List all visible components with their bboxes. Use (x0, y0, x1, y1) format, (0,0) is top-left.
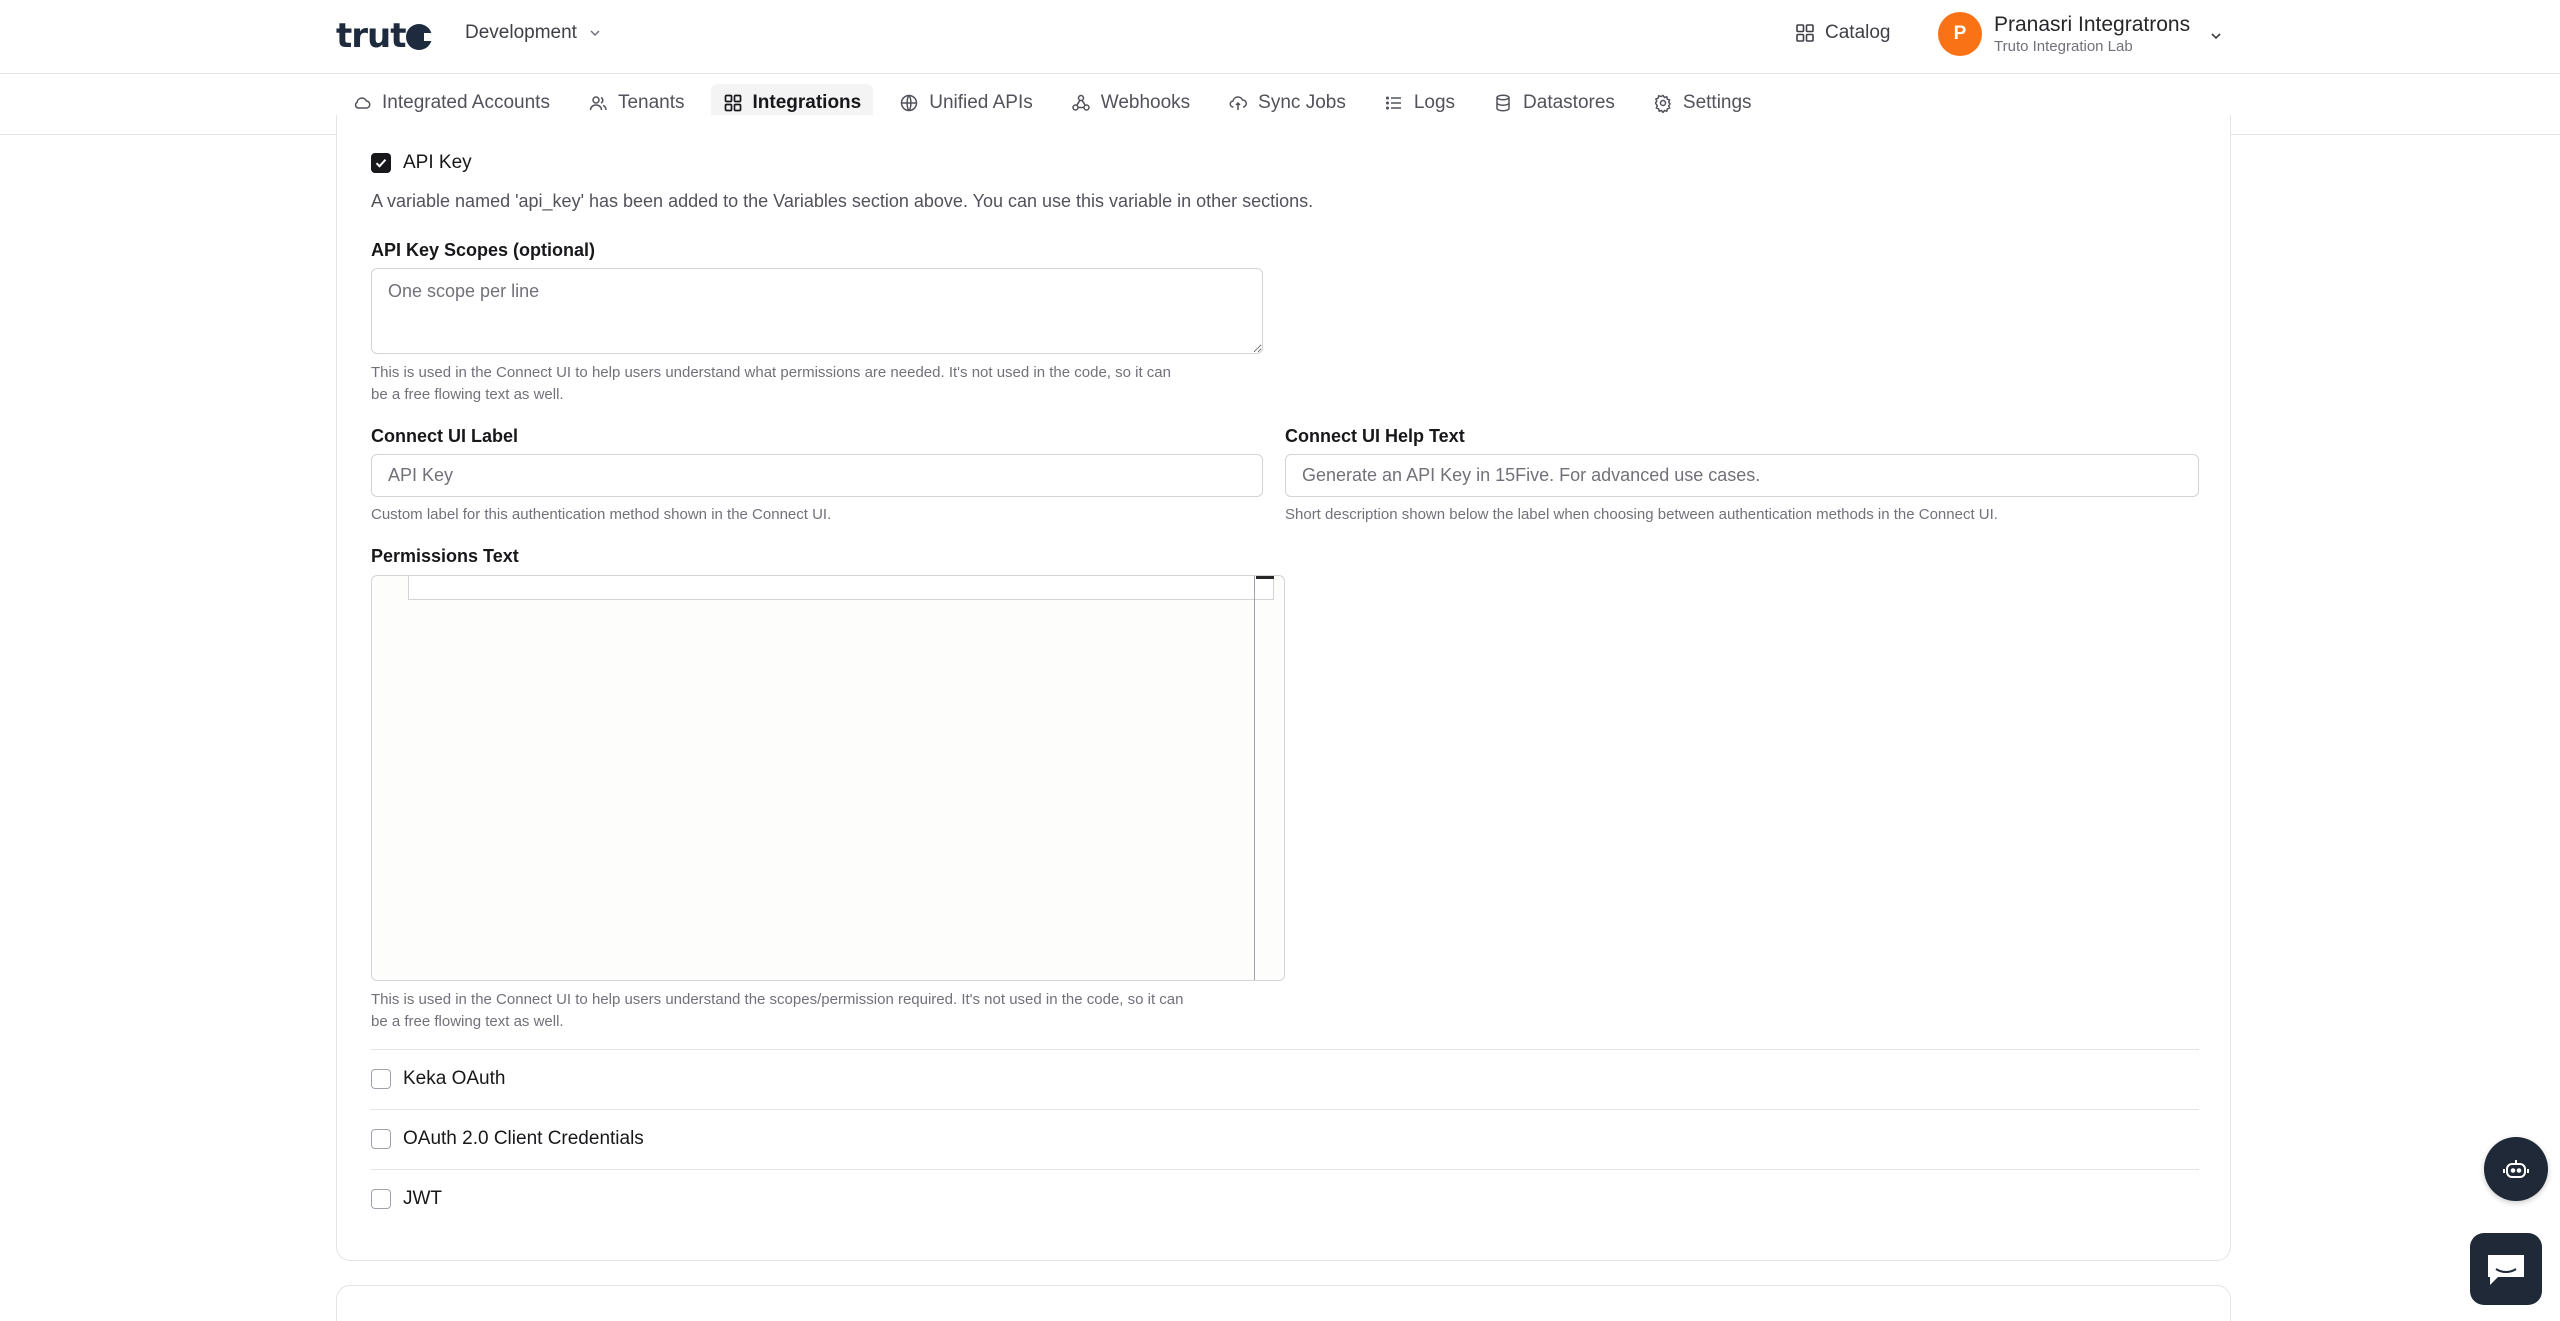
scopes-hint-line1: This is used in the Connect UI to help u… (371, 364, 1171, 381)
avatar: P (1938, 12, 1982, 56)
api-key-label[interactable]: API Key (403, 152, 472, 174)
database-icon (1496, 94, 1510, 112)
logo-text: trut (336, 16, 406, 56)
next-section-card (336, 1285, 2231, 1321)
jwt-checkbox[interactable] (371, 1189, 391, 1209)
list-icon (1385, 96, 1401, 110)
top-header: trut Development Catalog P Pranasri Inte… (0, 0, 2560, 74)
nav-label: Integrated Accounts (382, 92, 550, 113)
nav-label: Settings (1682, 92, 1752, 113)
chat-support-button[interactable] (2470, 1233, 2542, 1305)
user-name: Pranasri Integratrons (1994, 13, 2191, 36)
oauth2-client-credentials-checkbox[interactable] (371, 1129, 391, 1149)
connect-ui-label-hint: Custom label for this authentication met… (371, 506, 832, 523)
chevron-down-icon (2211, 33, 2221, 40)
users-icon (589, 96, 607, 111)
permissions-label: Permissions Text (371, 546, 519, 566)
keka-oauth-label[interactable]: Keka OAuth (403, 1068, 505, 1090)
permissions-editor[interactable] (371, 575, 1285, 981)
gear-icon (1654, 94, 1671, 113)
divider (371, 1109, 2199, 1110)
editor-toolbar (408, 576, 1274, 600)
connect-ui-help-label: Connect UI Help Text (1285, 426, 1465, 446)
nav-label: Integrations (752, 92, 862, 113)
user-org: Truto Integration Lab (1994, 38, 2133, 55)
chevron-down-icon (590, 30, 600, 37)
nav-label: Sync Jobs (1258, 92, 1346, 113)
auth-methods-card: API Key A variable named 'api_key' has b… (336, 115, 2231, 1261)
nav-label: Tenants (617, 92, 685, 113)
webhook-icon (1071, 94, 1090, 111)
catalog-label: Catalog (1825, 22, 1891, 43)
environment-selector[interactable]: Development (465, 22, 603, 44)
permissions-hint-line1: This is used in the Connect UI to help u… (371, 991, 1184, 1008)
truto-logo[interactable]: trut (336, 16, 439, 56)
ai-assistant-button[interactable] (2484, 1137, 2548, 1201)
environment-label: Development (465, 22, 577, 43)
divider (371, 1049, 2199, 1050)
scopes-label: API Key Scopes (optional) (371, 240, 596, 260)
chat-bubble-icon (2488, 1255, 2524, 1285)
permissions-hint-line2: be a free flowing text as well. (371, 1013, 564, 1030)
editor-scroll-thumb[interactable] (1256, 576, 1274, 579)
api-key-checkbox[interactable] (371, 153, 391, 173)
catalog-button[interactable]: Catalog (1795, 22, 1891, 44)
grid-icon (724, 94, 741, 112)
user-menu[interactable]: P Pranasri Integratrons Truto Integratio… (1938, 12, 2224, 56)
connect-ui-help-input[interactable] (1285, 454, 2199, 497)
oauth2-client-credentials-label[interactable]: OAuth 2.0 Client Credentials (403, 1128, 644, 1150)
nav-label: Unified APIs (929, 92, 1033, 113)
divider (371, 1169, 2199, 1170)
editor-scrollbar[interactable] (1254, 576, 1255, 980)
check-icon (375, 159, 387, 168)
grid-icon (1796, 24, 1814, 42)
nav-label: Datastores (1523, 92, 1615, 113)
connect-ui-label-input[interactable] (371, 454, 1263, 497)
logo-mark (406, 24, 439, 50)
scopes-hint-line2: be a free flowing text as well. (371, 386, 564, 403)
nav-label: Webhooks (1100, 92, 1191, 113)
globe-icon (900, 94, 918, 112)
keka-oauth-checkbox[interactable] (371, 1069, 391, 1089)
cloud-icon (354, 97, 371, 109)
connect-ui-help-hint: Short description shown below the label … (1285, 506, 1998, 523)
jwt-label[interactable]: JWT (403, 1188, 442, 1210)
connect-ui-label-label: Connect UI Label (371, 426, 519, 446)
nav-label: Logs (1413, 92, 1456, 113)
variable-note: A variable named 'api_key' has been adde… (371, 191, 1314, 211)
robot-icon (2503, 1160, 2529, 1178)
cloud-sync-icon (1229, 96, 1248, 110)
scopes-textarea[interactable] (371, 268, 1263, 354)
